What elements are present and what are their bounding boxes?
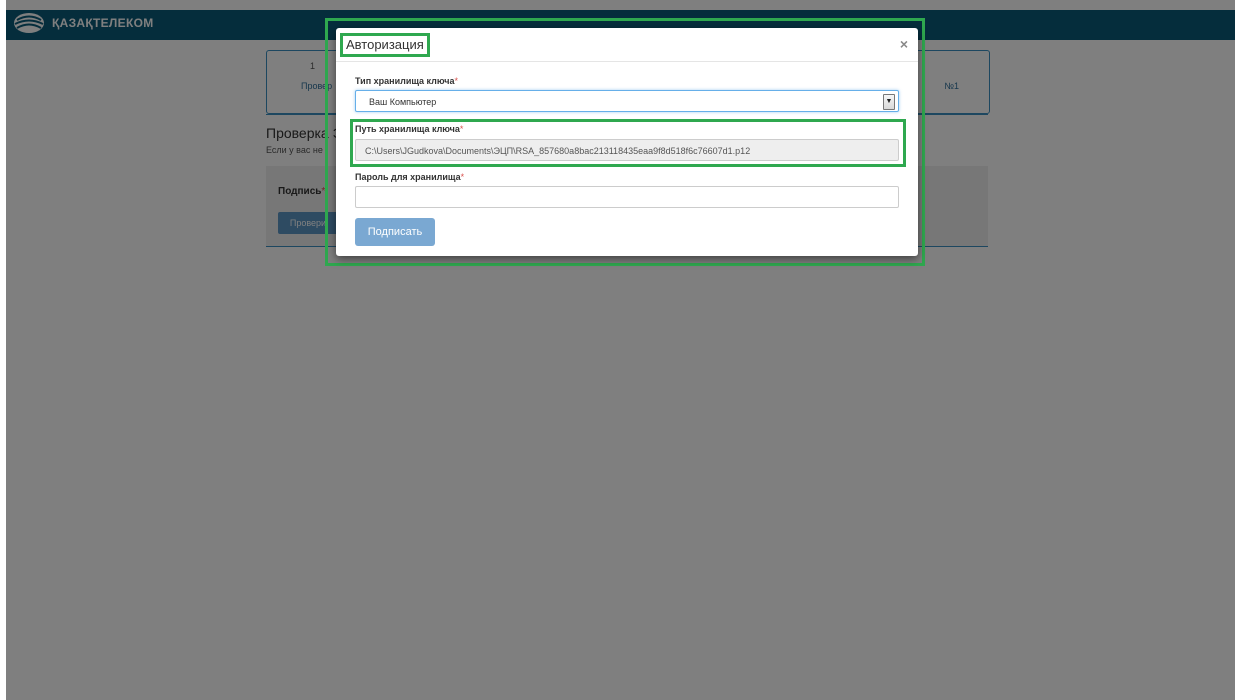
storage-path-value: C:\Users\JGudkova\Documents\ЭЦП\RSA_8576… <box>365 146 751 156</box>
storage-type-value: Ваш Компьютер <box>369 97 437 107</box>
sign-submit-button[interactable]: Подписать <box>355 218 435 246</box>
storage-path-field[interactable]: C:\Users\JGudkova\Documents\ЭЦП\RSA_8576… <box>355 139 899 161</box>
storage-path-label: Путь хранилища ключа* <box>355 124 464 134</box>
close-icon[interactable]: × <box>900 36 908 52</box>
password-label: Пароль для хранилища* <box>355 172 465 182</box>
authorization-dialog: Авторизация × Тип хранилища ключа* Ваш К… <box>336 28 918 256</box>
storage-type-label: Тип хранилища ключа* <box>355 76 458 86</box>
modal-title: Авторизация <box>340 33 430 57</box>
modal-header: Авторизация × <box>336 28 918 62</box>
storage-type-select[interactable]: Ваш Компьютер ▼ <box>355 90 899 112</box>
password-field[interactable] <box>355 186 899 208</box>
chevron-down-icon[interactable]: ▼ <box>883 94 895 110</box>
